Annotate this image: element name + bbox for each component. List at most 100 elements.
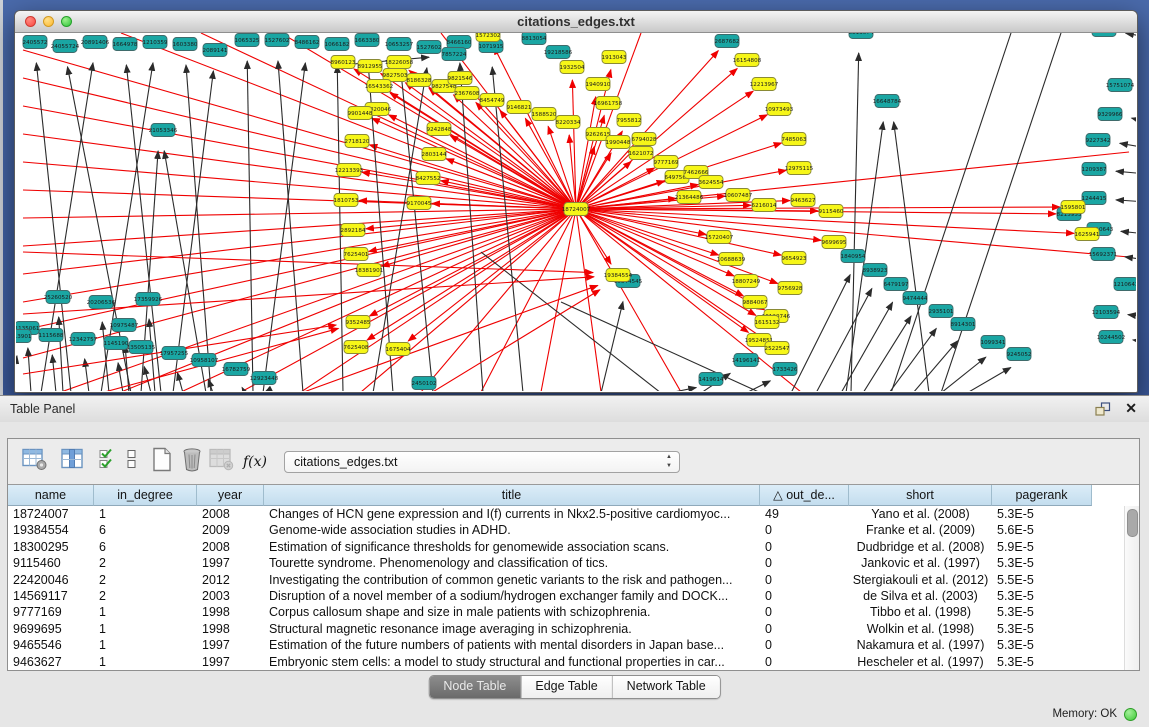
graph-node[interactable]: 8912955 [358, 60, 383, 73]
table-row[interactable]: 1830029562008Estimation of significance … [8, 539, 1139, 555]
table-cell[interactable]: 2012 [197, 572, 264, 588]
table-cell[interactable]: Stergiakouli et al. (2012) [849, 572, 992, 588]
table-cell[interactable]: Dudbridge et al. (2008) [849, 539, 992, 555]
table-cell[interactable]: 14569117 [8, 588, 94, 604]
graph-node[interactable]: 9756928 [778, 282, 803, 295]
column-header-short[interactable]: short [849, 485, 992, 506]
graph-node[interactable]: 18226058 [385, 56, 414, 69]
graph-node[interactable]: 19218586 [544, 46, 573, 59]
table-cell[interactable]: Estimation of the future numbers of pati… [264, 637, 760, 653]
graph-node[interactable]: 9170045 [407, 197, 432, 210]
graph-node[interactable]: 7955812 [617, 114, 642, 127]
graph-node[interactable]: 19384554 [604, 269, 633, 282]
graph-node[interactable]: 1527602 [265, 34, 290, 47]
table-cell[interactable]: 9777169 [8, 604, 94, 620]
network-canvas[interactable]: 1872400724055722405572420891406166497812… [16, 33, 1136, 391]
graph-node[interactable]: 2687682 [715, 35, 740, 48]
table-row[interactable]: 977716911998Corpus callosum shape and si… [8, 604, 1139, 620]
graph-node[interactable]: 1940910 [586, 78, 611, 91]
table-cell[interactable]: 5.3E-5 [992, 555, 1092, 571]
graph-node[interactable]: 16154808 [733, 54, 762, 67]
tab-edge-table[interactable]: Edge Table [520, 676, 611, 698]
graph-node[interactable]: 12923448 [250, 372, 279, 385]
graph-node[interactable]: 1244415 [1082, 192, 1107, 205]
close-panel-icon[interactable]: ✕ [1125, 400, 1137, 417]
table-cell[interactable]: Embryonic stem cells: a model to study s… [264, 654, 760, 670]
graph-node[interactable]: 12213967 [750, 78, 779, 91]
graph-node[interactable]: 7625401 [344, 248, 369, 261]
graph-node[interactable]: 10688639 [717, 253, 746, 266]
graph-node[interactable]: 9115460 [819, 205, 844, 218]
column-header-year[interactable]: year [197, 485, 264, 506]
graph-node[interactable]: 1603380 [173, 38, 198, 51]
graph-node[interactable]: 1527602 [417, 41, 442, 54]
graph-node[interactable]: 9329966 [1098, 108, 1123, 121]
graph-node[interactable]: 8220334 [556, 116, 581, 129]
graph-node[interactable]: 21053346 [149, 124, 178, 137]
graph-node[interactable]: 1664978 [113, 38, 138, 51]
graph-node[interactable]: 7625408 [344, 341, 369, 354]
graph-node[interactable]: 1094541 [1092, 33, 1117, 37]
graph-node[interactable]: 9777169 [654, 156, 679, 169]
graph-node[interactable]: 10973493 [765, 103, 794, 116]
graph-node[interactable]: 15692371 [1089, 248, 1118, 261]
graph-node[interactable]: 16543362 [365, 80, 393, 93]
graph-node[interactable]: 1209387 [1082, 163, 1107, 176]
graph-node[interactable]: 1066182 [325, 38, 350, 51]
scrollbar-thumb[interactable] [1127, 509, 1138, 537]
table-cell[interactable]: de Silva et al. (2003) [849, 588, 992, 604]
graph-node[interactable]: 9884067 [743, 296, 768, 309]
column-header-title[interactable]: title [264, 485, 760, 506]
table-cell[interactable]: 0 [760, 572, 849, 588]
table-cell[interactable]: Tourette syndrome. Phenomenology and cla… [264, 555, 760, 571]
graph-node[interactable]: 6216014 [752, 199, 777, 212]
table-cell[interactable]: 5.5E-5 [992, 572, 1092, 588]
table-cell[interactable]: Investigating the contribution of common… [264, 572, 760, 588]
graph-node[interactable]: 16961758 [594, 97, 623, 110]
table-cell[interactable]: 9115460 [8, 555, 94, 571]
table-row[interactable]: 2242004622012Investigating the contribut… [8, 572, 1139, 588]
graph-node[interactable]: 8938923 [863, 264, 888, 277]
graph-node[interactable]: 3624554 [699, 176, 724, 189]
table-cell[interactable]: Franke et al. (2009) [849, 522, 992, 538]
table-cell[interactable]: 6 [94, 539, 197, 555]
graph-node-hub[interactable]: 18724007 [562, 203, 591, 216]
table-cell[interactable]: 18724007 [8, 506, 94, 522]
graph-node[interactable]: 15720407 [705, 231, 734, 244]
graph-node[interactable]: 1625941 [1075, 228, 1100, 241]
graph-node[interactable]: 1663380 [355, 34, 380, 47]
table-cell[interactable]: 1998 [197, 604, 264, 620]
graph-node[interactable]: 12975115 [785, 162, 814, 175]
table-scrollbar[interactable] [1124, 506, 1139, 670]
graph-node[interactable]: 2522547 [765, 342, 790, 355]
graph-node[interactable]: 8813074 [849, 33, 874, 39]
unselect-all-icon[interactable] [125, 447, 139, 476]
graph-node[interactable]: 9474444 [903, 292, 928, 305]
graph-node[interactable]: 2367608 [455, 87, 480, 100]
table-cell[interactable]: Hescheler et al. (1997) [849, 654, 992, 670]
table-cell[interactable]: 5.3E-5 [992, 588, 1092, 604]
graph-node[interactable]: 3913901 [16, 330, 32, 343]
table-cell[interactable]: 1 [94, 604, 197, 620]
table-cell[interactable]: Tibbo et al. (1998) [849, 604, 992, 620]
graph-node[interactable]: 20891406 [81, 36, 110, 49]
table-cell[interactable]: Nakamura et al. (1997) [849, 637, 992, 653]
graph-node[interactable]: 1840954 [841, 250, 866, 263]
table-cell[interactable]: 5.9E-5 [992, 539, 1092, 555]
graph-node[interactable]: 9901448 [348, 107, 373, 120]
graph-node[interactable]: 1099341 [981, 336, 1006, 349]
table-row[interactable]: 1938455462009Genome-wide association stu… [8, 522, 1139, 538]
network-graph[interactable]: 1872400724055722405572420891406166497812… [16, 33, 1136, 391]
graph-node[interactable]: 9463627 [791, 194, 816, 207]
graph-node[interactable]: 1675404 [386, 343, 411, 356]
graph-node[interactable]: 1810753 [334, 194, 359, 207]
table-row[interactable]: 1872400712008Changes of HCN gene express… [8, 506, 1139, 522]
table-cell[interactable]: 5.3E-5 [992, 654, 1092, 670]
table-cell[interactable]: 1 [94, 654, 197, 670]
graph-node[interactable]: 2935101 [929, 305, 954, 318]
table-cell[interactable]: 2 [94, 572, 197, 588]
graph-node[interactable]: 1621072 [629, 147, 654, 160]
table-cell[interactable]: 0 [760, 588, 849, 604]
graph-node[interactable]: 8454749 [480, 94, 505, 107]
delete-rows-trash-icon[interactable] [180, 446, 204, 477]
